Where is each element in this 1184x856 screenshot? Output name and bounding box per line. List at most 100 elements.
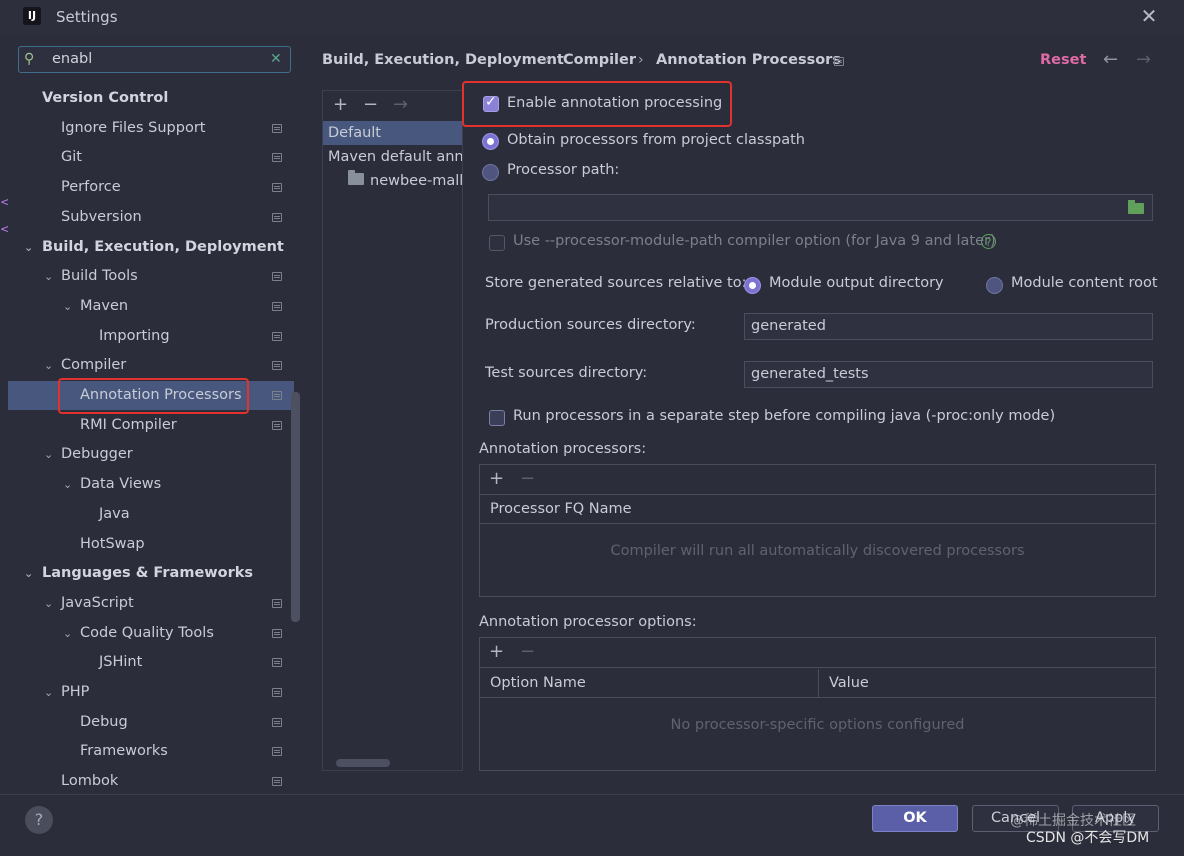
module-output-label[interactable]: Module output directory: [769, 275, 944, 291]
sidebar-item[interactable]: JSHint: [8, 648, 294, 677]
ok-button[interactable]: OK: [872, 805, 958, 832]
sidebar-item[interactable]: Subversion: [8, 203, 294, 232]
module-content-radio[interactable]: [986, 277, 1003, 294]
sidebar-item[interactable]: HotSwap: [8, 530, 294, 559]
sidebar-scrollbar[interactable]: [291, 392, 300, 622]
processor-path-label[interactable]: Processor path:: [507, 162, 619, 178]
annotation-processors-title: Annotation processors:: [479, 441, 647, 457]
chevron-down-icon[interactable]: ⌄: [63, 470, 72, 499]
remove-option-icon[interactable]: −: [520, 638, 535, 666]
sidebar-item-label: PHP: [61, 684, 90, 700]
sidebar-item-label: Maven: [80, 298, 129, 314]
sidebar-item[interactable]: Version Control: [8, 84, 294, 113]
processor-options-toolbar: + −: [480, 638, 1155, 668]
sidebar-item[interactable]: ⌄ Debugger: [8, 440, 294, 469]
window-title: Settings: [56, 8, 118, 26]
chevron-down-icon[interactable]: ⌄: [44, 678, 53, 707]
chevron-down-icon[interactable]: ⌄: [44, 440, 53, 469]
sidebar-item-label: JSHint: [99, 654, 143, 670]
sidebar-item[interactable]: Java: [8, 500, 294, 529]
processor-path-radio[interactable]: [482, 164, 499, 181]
module-content-label[interactable]: Module content root: [1011, 275, 1158, 291]
sidebar-item[interactable]: ⌄ Data Views: [8, 470, 294, 499]
search-value[interactable]: enabl: [52, 51, 92, 67]
add-option-icon[interactable]: +: [489, 638, 504, 666]
project-scope-icon: [272, 718, 282, 727]
chevron-down-icon[interactable]: ⌄: [24, 559, 33, 588]
obtain-classpath-radio[interactable]: [482, 133, 499, 150]
remove-processor-icon[interactable]: −: [520, 465, 535, 493]
profiles-hscrollbar[interactable]: [336, 759, 390, 767]
sidebar-item[interactable]: Ignore Files Support: [8, 114, 294, 143]
profile-item-maven-default[interactable]: Maven default annotation processors prof…: [323, 145, 462, 169]
project-scope-icon: [272, 302, 282, 311]
chevron-down-icon[interactable]: ⌄: [44, 262, 53, 291]
production-dir-input[interactable]: generated: [744, 313, 1153, 340]
chevron-down-icon[interactable]: ⌄: [63, 292, 72, 321]
enable-annotation-label[interactable]: Enable annotation processing: [507, 95, 722, 111]
test-dir-input[interactable]: generated_tests: [744, 361, 1153, 388]
sidebar-item[interactable]: ⌄ Code Quality Tools: [8, 619, 294, 648]
sidebar-item-label: RMI Compiler: [80, 417, 177, 433]
chevron-down-icon[interactable]: ⌄: [63, 619, 72, 648]
sidebar-item[interactable]: RMI Compiler: [8, 411, 294, 440]
option-value-header[interactable]: Value: [819, 669, 1155, 698]
obtain-classpath-label[interactable]: Obtain processors from project classpath: [507, 132, 805, 148]
module-output-radio[interactable]: [744, 277, 761, 294]
sidebar-item-label: Compiler: [61, 357, 127, 373]
sidebar-item[interactable]: ⌄ Languages & Frameworks: [8, 559, 294, 588]
sidebar-item[interactable]: ⌄ JavaScript: [8, 589, 294, 618]
option-name-header[interactable]: Option Name: [480, 669, 819, 698]
sidebar-item-label: Debugger: [61, 446, 133, 462]
sidebar-item[interactable]: Git: [8, 143, 294, 172]
watermark-csdn: CSDN @不会写DM: [1026, 830, 1150, 846]
module-path-checkbox[interactable]: [489, 235, 505, 251]
search-icon: ⚲: [24, 51, 35, 67]
forward-arrow-icon[interactable]: →: [1136, 49, 1151, 70]
profile-item-module[interactable]: newbee-mall-api: [370, 169, 462, 193]
sidebar-item[interactable]: Lombok: [8, 767, 294, 796]
enable-annotation-checkbox[interactable]: [483, 94, 499, 112]
sidebar-item-label: Build, Execution, Deployment: [42, 239, 284, 255]
help-icon[interactable]: ?: [981, 234, 996, 249]
project-scope-icon: [272, 658, 282, 667]
reset-link[interactable]: Reset: [1040, 52, 1086, 68]
sidebar-item[interactable]: Debug: [8, 708, 294, 737]
sidebar-item-label: Perforce: [61, 179, 121, 195]
separate-step-label[interactable]: Run processors in a separate step before…: [513, 408, 1055, 424]
processor-path-input[interactable]: [488, 194, 1153, 221]
sidebar-item[interactable]: Frameworks: [8, 737, 294, 766]
chevron-down-icon[interactable]: ⌄: [44, 589, 53, 618]
help-button[interactable]: ?: [25, 806, 53, 834]
chevron-down-icon[interactable]: ⌄: [24, 233, 33, 262]
test-dir-label: Test sources directory:: [485, 365, 648, 381]
sidebar-item-label: Version Control: [42, 90, 169, 106]
move-profile-icon[interactable]: →: [393, 91, 408, 119]
project-scope-icon: [272, 361, 282, 370]
folder-icon: [348, 170, 364, 185]
add-processor-icon[interactable]: +: [489, 465, 504, 493]
project-scope-icon: [272, 391, 282, 400]
clear-icon[interactable]: ✕: [270, 51, 282, 67]
separate-step-checkbox[interactable]: [489, 410, 505, 426]
project-scope-icon: [272, 213, 282, 222]
back-arrow-icon[interactable]: ←: [1103, 49, 1118, 70]
sidebar-item[interactable]: ⌄ PHP: [8, 678, 294, 707]
profile-item-default[interactable]: Default: [323, 121, 462, 145]
sidebar-item[interactable]: Perforce: [8, 173, 294, 202]
browse-folder-icon[interactable]: [1128, 200, 1144, 214]
add-profile-icon[interactable]: +: [333, 91, 348, 119]
remove-profile-icon[interactable]: −: [363, 91, 378, 119]
breadcrumb-annotation-processors: Annotation Processors: [656, 52, 841, 68]
sidebar-item-label: Data Views: [80, 476, 162, 492]
project-scope-icon: [272, 183, 282, 192]
sidebar-item[interactable]: ⌄ Compiler: [8, 351, 294, 380]
sidebar-item[interactable]: ⌄ Maven: [8, 292, 294, 321]
sidebar-item[interactable]: ⌄ Build, Execution, Deployment: [8, 233, 294, 262]
chevron-down-icon[interactable]: ⌄: [44, 351, 53, 380]
close-icon[interactable]: ✕: [1138, 5, 1160, 27]
processor-fq-name-header[interactable]: Processor FQ Name: [480, 495, 1155, 524]
project-scope-icon: [272, 629, 282, 638]
sidebar-item[interactable]: Importing: [8, 322, 294, 351]
sidebar-item[interactable]: ⌄ Build Tools: [8, 262, 294, 291]
